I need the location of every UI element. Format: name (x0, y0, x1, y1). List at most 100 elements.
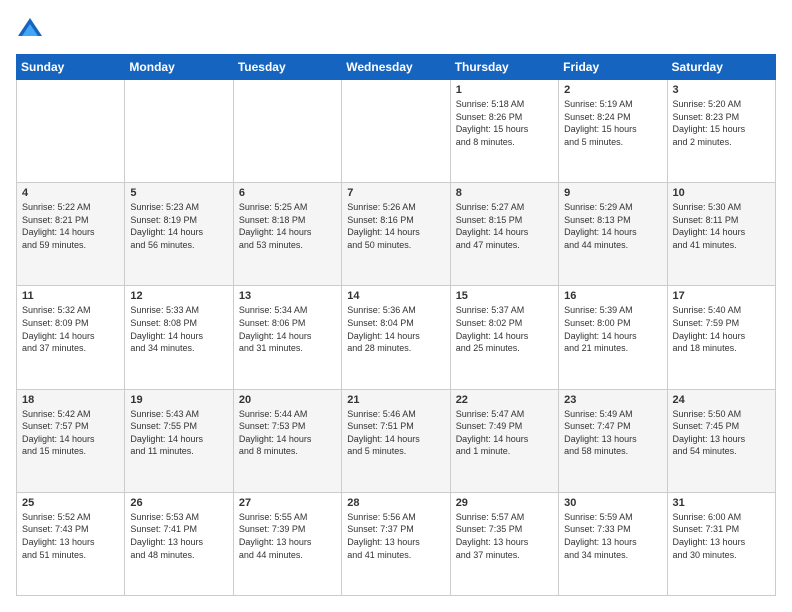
day-number: 16 (564, 290, 661, 302)
weekday-tuesday: Tuesday (233, 55, 341, 80)
day-info: Sunrise: 5:56 AM Sunset: 7:37 PM Dayligh… (347, 511, 444, 561)
day-number: 15 (456, 290, 553, 302)
day-info: Sunrise: 5:40 AM Sunset: 7:59 PM Dayligh… (673, 304, 770, 354)
day-cell-30: 30Sunrise: 5:59 AM Sunset: 7:33 PM Dayli… (559, 492, 667, 595)
calendar-table: SundayMondayTuesdayWednesdayThursdayFrid… (16, 54, 776, 596)
day-info: Sunrise: 5:43 AM Sunset: 7:55 PM Dayligh… (130, 408, 227, 458)
weekday-saturday: Saturday (667, 55, 775, 80)
day-info: Sunrise: 5:36 AM Sunset: 8:04 PM Dayligh… (347, 304, 444, 354)
day-info: Sunrise: 5:25 AM Sunset: 8:18 PM Dayligh… (239, 201, 336, 251)
day-cell-20: 20 Sunrise: 5:44 AM Sunset: 7:53 PM Dayli… (233, 389, 341, 492)
empty-cell (125, 80, 233, 183)
day-info: Sunrise: 5:52 AM Sunset: 7:43 PM Dayligh… (22, 511, 119, 561)
day-cell-25: 25Sunrise: 5:52 AM Sunset: 7:43 PM Dayli… (17, 492, 125, 595)
week-row-4: 18 Sunrise: 5:42 AM Sunset: 7:57 PM Dayli… (17, 389, 776, 492)
day-cell-3: 3 Sunrise: 5:20 AM Sunset: 8:23 PM Daylig… (667, 80, 775, 183)
day-info: Sunrise: 5:39 AM Sunset: 8:00 PM Dayligh… (564, 304, 661, 354)
day-info: Sunrise: 6:00 AM Sunset: 7:31 PM Dayligh… (673, 511, 770, 561)
day-info: Sunrise: 5:42 AM Sunset: 7:57 PM Dayligh… (22, 408, 119, 458)
empty-cell (17, 80, 125, 183)
day-cell-27: 27 Sunrise: 5:55 AM Sunset: 7:39 PM Dayli… (233, 492, 341, 595)
day-info: Sunrise: 5:29 AM Sunset: 8:13 PM Dayligh… (564, 201, 661, 251)
day-info: Sunrise: 5:20 AM Sunset: 8:23 PM Dayligh… (673, 98, 770, 148)
day-cell-2: 2 Sunrise: 5:19 AM Sunset: 8:24 PM Daylig… (559, 80, 667, 183)
day-cell-10: 10 Sunrise: 5:30 AM Sunset: 8:11 PM Dayli… (667, 183, 775, 286)
day-number: 3 (673, 84, 770, 96)
day-number: 13 (239, 290, 336, 302)
empty-cell (233, 80, 341, 183)
day-number: 19 (130, 394, 227, 406)
day-cell-8: 8Sunrise: 5:27 AM Sunset: 8:15 PM Daylig… (450, 183, 558, 286)
day-cell-23: 23Sunrise: 5:49 AM Sunset: 7:47 PM Dayli… (559, 389, 667, 492)
header (16, 16, 776, 44)
day-cell-18: 18 Sunrise: 5:42 AM Sunset: 7:57 PM Dayli… (17, 389, 125, 492)
day-info: Sunrise: 5:19 AM Sunset: 8:24 PM Dayligh… (564, 98, 661, 148)
empty-cell (342, 80, 450, 183)
day-number: 14 (347, 290, 444, 302)
weekday-thursday: Thursday (450, 55, 558, 80)
day-info: Sunrise: 5:34 AM Sunset: 8:06 PM Dayligh… (239, 304, 336, 354)
day-info: Sunrise: 5:44 AM Sunset: 7:53 PM Dayligh… (239, 408, 336, 458)
weekday-wednesday: Wednesday (342, 55, 450, 80)
day-number: 26 (130, 497, 227, 509)
day-cell-28: 28 Sunrise: 5:56 AM Sunset: 7:37 PM Dayli… (342, 492, 450, 595)
day-cell-12: 12 Sunrise: 5:33 AM Sunset: 8:08 PM Dayli… (125, 286, 233, 389)
day-number: 23 (564, 394, 661, 406)
day-number: 29 (456, 497, 553, 509)
day-number: 10 (673, 187, 770, 199)
day-number: 24 (673, 394, 770, 406)
day-cell-31: 31 Sunrise: 6:00 AM Sunset: 7:31 PM Dayli… (667, 492, 775, 595)
day-number: 27 (239, 497, 336, 509)
day-number: 1 (456, 84, 553, 96)
week-row-5: 25Sunrise: 5:52 AM Sunset: 7:43 PM Dayli… (17, 492, 776, 595)
weekday-monday: Monday (125, 55, 233, 80)
day-cell-29: 29Sunrise: 5:57 AM Sunset: 7:35 PM Dayli… (450, 492, 558, 595)
weekday-header-row: SundayMondayTuesdayWednesdayThursdayFrid… (17, 55, 776, 80)
day-cell-22: 22 Sunrise: 5:47 AM Sunset: 7:49 PM Dayli… (450, 389, 558, 492)
day-number: 20 (239, 394, 336, 406)
day-cell-24: 24Sunrise: 5:50 AM Sunset: 7:45 PM Dayli… (667, 389, 775, 492)
day-number: 17 (673, 290, 770, 302)
day-info: Sunrise: 5:46 AM Sunset: 7:51 PM Dayligh… (347, 408, 444, 458)
logo (16, 16, 48, 44)
day-info: Sunrise: 5:32 AM Sunset: 8:09 PM Dayligh… (22, 304, 119, 354)
day-number: 2 (564, 84, 661, 96)
day-cell-19: 19 Sunrise: 5:43 AM Sunset: 7:55 PM Dayli… (125, 389, 233, 492)
day-info: Sunrise: 5:22 AM Sunset: 8:21 PM Dayligh… (22, 201, 119, 251)
page: SundayMondayTuesdayWednesdayThursdayFrid… (0, 0, 792, 612)
day-info: Sunrise: 5:18 AM Sunset: 8:26 PM Dayligh… (456, 98, 553, 148)
day-number: 28 (347, 497, 444, 509)
day-cell-14: 14 Sunrise: 5:36 AM Sunset: 8:04 PM Dayli… (342, 286, 450, 389)
day-info: Sunrise: 5:33 AM Sunset: 8:08 PM Dayligh… (130, 304, 227, 354)
weekday-friday: Friday (559, 55, 667, 80)
day-number: 22 (456, 394, 553, 406)
day-cell-5: 5 Sunrise: 5:23 AM Sunset: 8:19 PM Daylig… (125, 183, 233, 286)
day-cell-4: 4 Sunrise: 5:22 AM Sunset: 8:21 PM Daylig… (17, 183, 125, 286)
day-cell-16: 16 Sunrise: 5:39 AM Sunset: 8:00 PM Dayli… (559, 286, 667, 389)
day-number: 30 (564, 497, 661, 509)
day-cell-7: 7Sunrise: 5:26 AM Sunset: 8:16 PM Daylig… (342, 183, 450, 286)
day-info: Sunrise: 5:37 AM Sunset: 8:02 PM Dayligh… (456, 304, 553, 354)
day-number: 9 (564, 187, 661, 199)
day-info: Sunrise: 5:30 AM Sunset: 8:11 PM Dayligh… (673, 201, 770, 251)
week-row-1: 1 Sunrise: 5:18 AM Sunset: 8:26 PM Daylig… (17, 80, 776, 183)
day-cell-13: 13 Sunrise: 5:34 AM Sunset: 8:06 PM Dayli… (233, 286, 341, 389)
day-cell-9: 9 Sunrise: 5:29 AM Sunset: 8:13 PM Daylig… (559, 183, 667, 286)
day-number: 4 (22, 187, 119, 199)
day-info: Sunrise: 5:55 AM Sunset: 7:39 PM Dayligh… (239, 511, 336, 561)
day-number: 6 (239, 187, 336, 199)
day-info: Sunrise: 5:47 AM Sunset: 7:49 PM Dayligh… (456, 408, 553, 458)
week-row-3: 11 Sunrise: 5:32 AM Sunset: 8:09 PM Dayli… (17, 286, 776, 389)
day-number: 18 (22, 394, 119, 406)
day-number: 11 (22, 290, 119, 302)
day-number: 21 (347, 394, 444, 406)
day-info: Sunrise: 5:53 AM Sunset: 7:41 PM Dayligh… (130, 511, 227, 561)
day-info: Sunrise: 5:23 AM Sunset: 8:19 PM Dayligh… (130, 201, 227, 251)
week-row-2: 4 Sunrise: 5:22 AM Sunset: 8:21 PM Daylig… (17, 183, 776, 286)
day-info: Sunrise: 5:26 AM Sunset: 8:16 PM Dayligh… (347, 201, 444, 251)
day-number: 31 (673, 497, 770, 509)
day-number: 5 (130, 187, 227, 199)
weekday-sunday: Sunday (17, 55, 125, 80)
day-cell-1: 1 Sunrise: 5:18 AM Sunset: 8:26 PM Daylig… (450, 80, 558, 183)
day-number: 12 (130, 290, 227, 302)
